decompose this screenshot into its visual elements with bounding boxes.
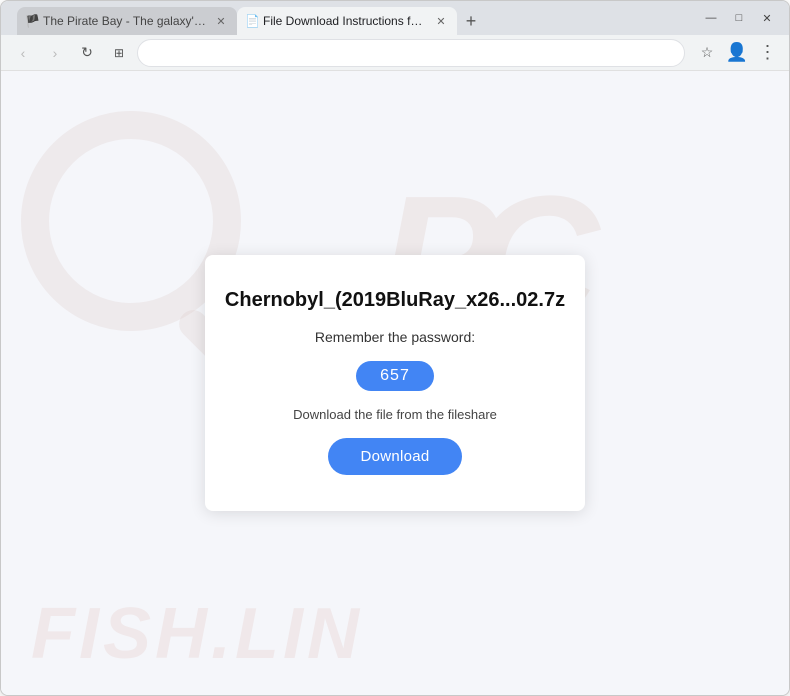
forward-button[interactable]: › [41, 39, 69, 67]
extensions-button[interactable]: ⊞ [105, 39, 133, 67]
minimize-button[interactable]: — [697, 4, 725, 32]
bookmark-icon[interactable]: ☆ [693, 39, 721, 67]
window-buttons: — □ ✕ [697, 4, 781, 32]
tab-piratebay-title: The Pirate Bay - The galaxy's m... [43, 14, 209, 28]
page-content: P C FISH.LIN Chernobyl_(2019BluRay_x26..… [1, 71, 789, 695]
download-button[interactable]: Download [328, 438, 461, 475]
file-title: Chernobyl_(2019BluRay_x26...02.7z [225, 287, 565, 313]
watermark-text: FISH.LIN [31, 593, 363, 675]
tabs-area: 🏴 The Pirate Bay - The galaxy's m... ✕ 📄… [17, 1, 697, 35]
maximize-button[interactable]: □ [725, 4, 753, 32]
title-bar: 🏴 The Pirate Bay - The galaxy's m... ✕ 📄… [1, 1, 789, 35]
address-bar: ‹ › ↻ ⊞ ☆ 👤 ⋮ [1, 35, 789, 71]
file-instruction: Download the file from the fileshare [293, 407, 497, 422]
close-button[interactable]: ✕ [753, 4, 781, 32]
menu-icon[interactable]: ⋮ [753, 39, 781, 67]
back-button[interactable]: ‹ [9, 39, 37, 67]
tab-filedownload-favicon: 📄 [245, 14, 259, 28]
password-badge: 657 [356, 361, 434, 391]
toolbar-icons: ☆ 👤 ⋮ [693, 39, 781, 67]
profile-icon[interactable]: 👤 [723, 39, 751, 67]
dialog-card: Chernobyl_(2019BluRay_x26...02.7z Rememb… [205, 255, 585, 511]
browser-window: 🏴 The Pirate Bay - The galaxy's m... ✕ 📄… [0, 0, 790, 696]
tab-piratebay-favicon: 🏴 [25, 14, 39, 28]
refresh-button[interactable]: ↻ [73, 39, 101, 67]
tab-piratebay-close[interactable]: ✕ [213, 13, 229, 29]
tab-filedownload-close[interactable]: ✕ [433, 13, 449, 29]
tab-piratebay[interactable]: 🏴 The Pirate Bay - The galaxy's m... ✕ [17, 7, 237, 35]
password-label: Remember the password: [315, 329, 475, 345]
tab-filedownload[interactable]: 📄 File Download Instructions for... ✕ [237, 7, 457, 35]
new-tab-button[interactable]: + [457, 7, 485, 35]
tab-filedownload-title: File Download Instructions for... [263, 14, 429, 28]
omnibox[interactable] [137, 39, 685, 67]
